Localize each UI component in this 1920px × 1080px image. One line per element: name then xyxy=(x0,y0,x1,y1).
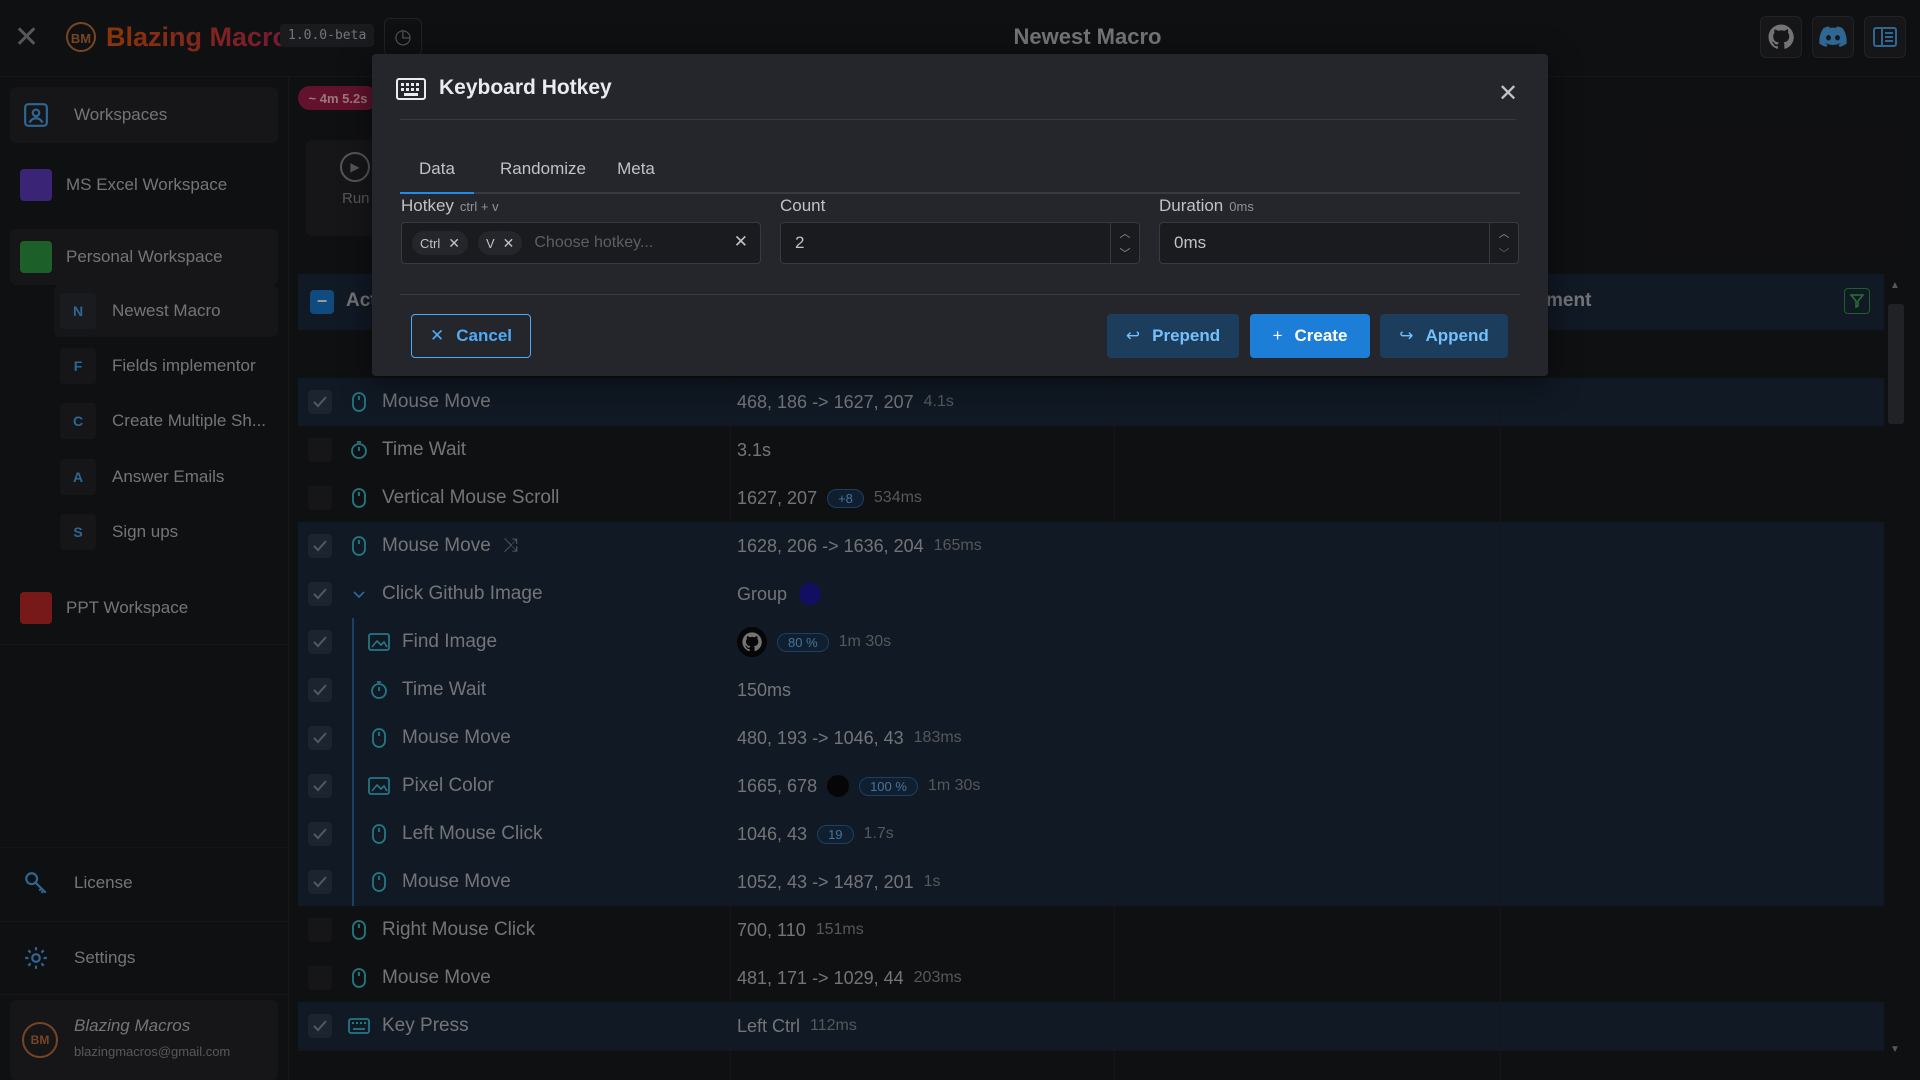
chip-label: Ctrl xyxy=(420,235,441,251)
chevron-down-icon[interactable]: ﹀ xyxy=(1111,243,1139,263)
keyboard-icon xyxy=(396,78,426,105)
remove-chip-icon[interactable]: ✕ xyxy=(503,235,515,252)
create-button[interactable]: + Create xyxy=(1250,314,1370,358)
duration-label-group: Duration 0ms xyxy=(1159,196,1254,216)
duration-value: 0ms xyxy=(1174,233,1207,252)
keyboard-hotkey-modal: Keyboard Hotkey ✕ Data Randomize Meta Ho… xyxy=(372,54,1548,376)
append-button[interactable]: ↪ Append xyxy=(1380,314,1508,358)
tab-meta[interactable]: Meta xyxy=(606,146,666,192)
tab-randomize[interactable]: Randomize xyxy=(488,146,598,192)
hotkey-chip-v: V ✕ xyxy=(477,231,523,255)
plus-icon: + xyxy=(1272,326,1283,345)
duration-hint: 0ms xyxy=(1229,199,1254,214)
hotkey-label: Hotkey xyxy=(401,196,454,215)
hotkey-label-group: Hotkey ctrl + v xyxy=(401,196,499,216)
cancel-label: Cancel xyxy=(456,326,512,345)
count-input[interactable]: 2 ︿ ﹀ xyxy=(780,222,1140,264)
hotkey-placeholder: Choose hotkey... xyxy=(534,234,654,251)
app-background: ✕ BM Blazing Macros 1.0.0-beta ◷ Newest … xyxy=(0,0,1920,1080)
close-icon: ✕ xyxy=(430,326,445,345)
prepend-button[interactable]: ↩ Prepend xyxy=(1107,314,1239,358)
prepend-label: Prepend xyxy=(1152,326,1221,345)
modal-footer-divider xyxy=(400,294,1520,295)
append-label: Append xyxy=(1425,326,1489,345)
close-modal-icon[interactable]: ✕ xyxy=(1498,82,1518,106)
hotkey-hint: ctrl + v xyxy=(459,199,499,214)
remove-chip-icon[interactable]: ✕ xyxy=(448,235,460,252)
cancel-button[interactable]: ✕ Cancel xyxy=(411,314,531,358)
count-value: 2 xyxy=(795,233,805,252)
duration-input[interactable]: 0ms ︿ ﹀ xyxy=(1159,222,1519,264)
hotkey-input[interactable]: Ctrl ✕ V ✕ Choose hotkey... ✕ xyxy=(401,222,761,264)
duration-label: Duration xyxy=(1159,196,1224,215)
duration-stepper[interactable]: ︿ ﹀ xyxy=(1489,223,1518,263)
tab-data[interactable]: Data xyxy=(400,146,474,194)
hotkey-chip-ctrl: Ctrl ✕ xyxy=(412,231,468,255)
chip-label: V xyxy=(485,235,495,251)
arrow-left-icon: ↩ xyxy=(1125,326,1141,345)
clear-hotkey-icon[interactable]: ✕ xyxy=(734,232,748,252)
count-stepper[interactable]: ︿ ﹀ xyxy=(1110,223,1139,263)
chevron-up-icon[interactable]: ︿ xyxy=(1490,223,1518,243)
modal-tabs: Data Randomize Meta xyxy=(400,146,1520,194)
chevron-down-icon[interactable]: ﹀ xyxy=(1490,243,1518,263)
modal-title: Keyboard Hotkey xyxy=(439,76,612,99)
create-label: Create xyxy=(1294,326,1348,345)
count-label: Count xyxy=(780,196,826,215)
arrow-right-icon: ↪ xyxy=(1399,326,1414,345)
modal-divider xyxy=(400,119,1516,120)
chevron-up-icon[interactable]: ︿ xyxy=(1111,223,1139,243)
